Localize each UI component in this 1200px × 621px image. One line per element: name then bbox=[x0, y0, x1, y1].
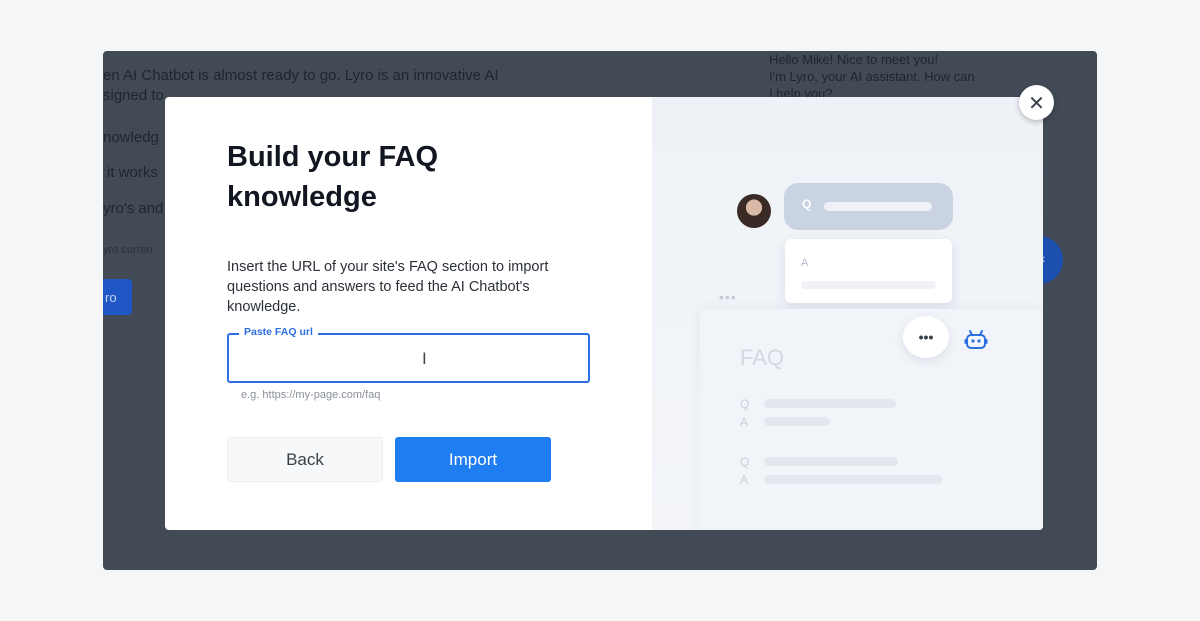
faq-panel: FAQ Q A Q A bbox=[700, 309, 1043, 530]
modal-description: Insert the URL of your site's FAQ sectio… bbox=[227, 259, 549, 315]
faq-row-q: Q bbox=[740, 397, 750, 411]
faq-import-modal: Build your FAQ knowledge Insert the URL … bbox=[165, 97, 1043, 530]
bot-icon bbox=[964, 330, 988, 349]
background-text-line: it works bbox=[107, 164, 158, 181]
background-text-line: nowledg bbox=[103, 129, 159, 146]
modal-title: Build your FAQ knowledge bbox=[227, 141, 439, 213]
background-button: ro bbox=[103, 279, 132, 315]
faq-url-helper: e.g. https://my-page.com/faq bbox=[241, 389, 381, 401]
faq-illustration: Q A ••• FAQ Q A Q A ••• bbox=[652, 97, 1043, 530]
background-text-line: en AI Chatbot is almost ready to go. Lyr… bbox=[103, 67, 499, 84]
background-text-line: signed to bbox=[103, 87, 164, 104]
placeholder-bar bbox=[824, 202, 932, 211]
question-bubble: Q bbox=[784, 183, 953, 230]
question-label: Q bbox=[802, 197, 812, 211]
background-text-line: yro's and bbox=[103, 200, 164, 217]
placeholder-bar bbox=[764, 457, 898, 466]
faq-url-input[interactable] bbox=[239, 345, 579, 371]
faq-url-field[interactable]: Paste FAQ url I bbox=[227, 326, 590, 383]
faq-row-a: A bbox=[740, 473, 749, 487]
placeholder-bar bbox=[764, 399, 896, 408]
faq-url-label: Paste FAQ url bbox=[239, 326, 318, 338]
faq-panel-title: FAQ bbox=[740, 345, 785, 370]
background-chat-message: Hello Mike! Nice to meet you! I'm Lyro, … bbox=[769, 51, 975, 102]
placeholder-bar bbox=[801, 281, 936, 289]
placeholder-bar bbox=[764, 417, 830, 426]
import-button[interactable]: Import bbox=[395, 437, 551, 482]
more-icon: ••• bbox=[903, 316, 949, 358]
faq-row-q: Q bbox=[740, 455, 750, 469]
background-text-line: yro curren bbox=[103, 244, 153, 256]
answer-label: A bbox=[801, 257, 809, 269]
back-button[interactable]: Back bbox=[227, 437, 383, 482]
placeholder-bar bbox=[764, 475, 942, 484]
avatar bbox=[737, 194, 771, 228]
close-icon[interactable]: ✕ bbox=[1019, 85, 1054, 120]
faq-row-a: A bbox=[740, 415, 749, 429]
text-cursor-icon: I bbox=[422, 349, 427, 368]
window-dots: ••• bbox=[719, 289, 737, 305]
answer-card: A bbox=[785, 239, 952, 303]
chat-line: Hello Mike! Nice to meet you! bbox=[769, 52, 939, 67]
chat-line: I'm Lyro, your AI assistant. How can bbox=[769, 69, 975, 84]
